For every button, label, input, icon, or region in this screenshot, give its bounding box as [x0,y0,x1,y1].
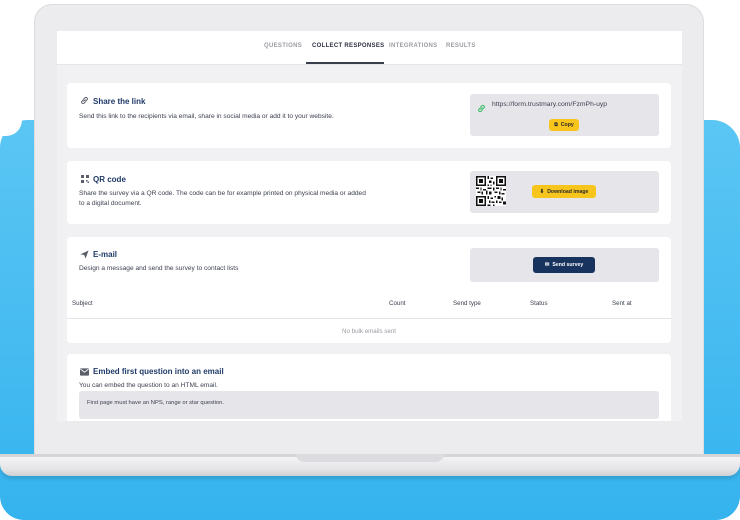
share-link-panel: https://form.trustmary.com/FzmPh-uyp ⧉ C… [470,94,659,136]
email-panel: ✉ Send survey [470,248,659,282]
qr-code-card: QR code Share the survey via a QR code. … [67,161,671,224]
send-icon [80,250,89,259]
tab-questions[interactable]: QUESTIONS [264,43,302,49]
qr-code-image [476,176,506,211]
laptop-base [0,454,740,476]
mail-icon [80,367,89,376]
app-screen: QUESTIONS COLLECT RESPONSES INTEGRATIONS… [57,31,682,421]
download-button-label: Download image [547,188,589,195]
column-header-sent-at[interactable]: Sent at [612,300,632,307]
qr-code-title: QR code [93,175,126,184]
share-link-title: Share the link [93,97,146,106]
embed-title: Embed first question into an email [93,367,224,376]
column-header-status[interactable]: Status [530,300,548,307]
column-header-subject[interactable]: Subject [72,300,93,307]
tab-results[interactable]: RESULTS [446,43,476,49]
tab-bar: QUESTIONS COLLECT RESPONSES INTEGRATIONS… [57,31,682,65]
tab-integrations[interactable]: INTEGRATIONS [389,43,438,49]
backdrop-corner [0,120,22,136]
copy-icon: ⧉ [554,122,558,128]
embed-notice-text: First page must have an NPS, range or st… [87,400,224,406]
send-survey-label: Send survey [552,262,584,268]
embed-description: You can embed the question to an HTML em… [79,382,218,389]
download-image-button[interactable]: ⬇ Download image [532,185,596,198]
email-title: E-mail [93,250,118,259]
email-description: Design a message and send the survey to … [79,265,239,272]
copy-button-label: Copy [560,122,574,128]
download-icon: ⬇ [539,188,545,195]
envelope-icon: ✉ [544,262,550,268]
link-icon [80,96,89,105]
email-card: E-mail Design a message and send the sur… [67,237,671,343]
link-green-icon [477,100,486,118]
column-header-count[interactable]: Count [389,300,406,307]
send-survey-button[interactable]: ✉ Send survey [533,257,595,273]
qr-code-panel: ⬇ Download image [470,171,659,213]
laptop-notch [296,454,444,462]
copy-button[interactable]: ⧉ Copy [549,119,579,131]
empty-table-message: No bulk emails sent [342,328,396,335]
active-tab-indicator [306,62,384,64]
qr-icon [80,174,89,183]
qr-code-description: Share the survey via a QR code. The code… [79,190,366,207]
share-link-card: Share the link Send this link to the rec… [67,83,671,148]
share-link-description: Send this link to the recipients via ema… [79,113,334,120]
embed-notice: First page must have an NPS, range or st… [79,391,659,419]
embed-card: Embed first question into an email You c… [67,354,671,421]
tab-collect-responses[interactable]: COLLECT RESPONSES [312,43,384,49]
survey-url[interactable]: https://form.trustmary.com/FzmPh-uyp [492,101,607,108]
column-header-send-type[interactable]: Send type [453,300,481,307]
table-divider [67,318,671,319]
